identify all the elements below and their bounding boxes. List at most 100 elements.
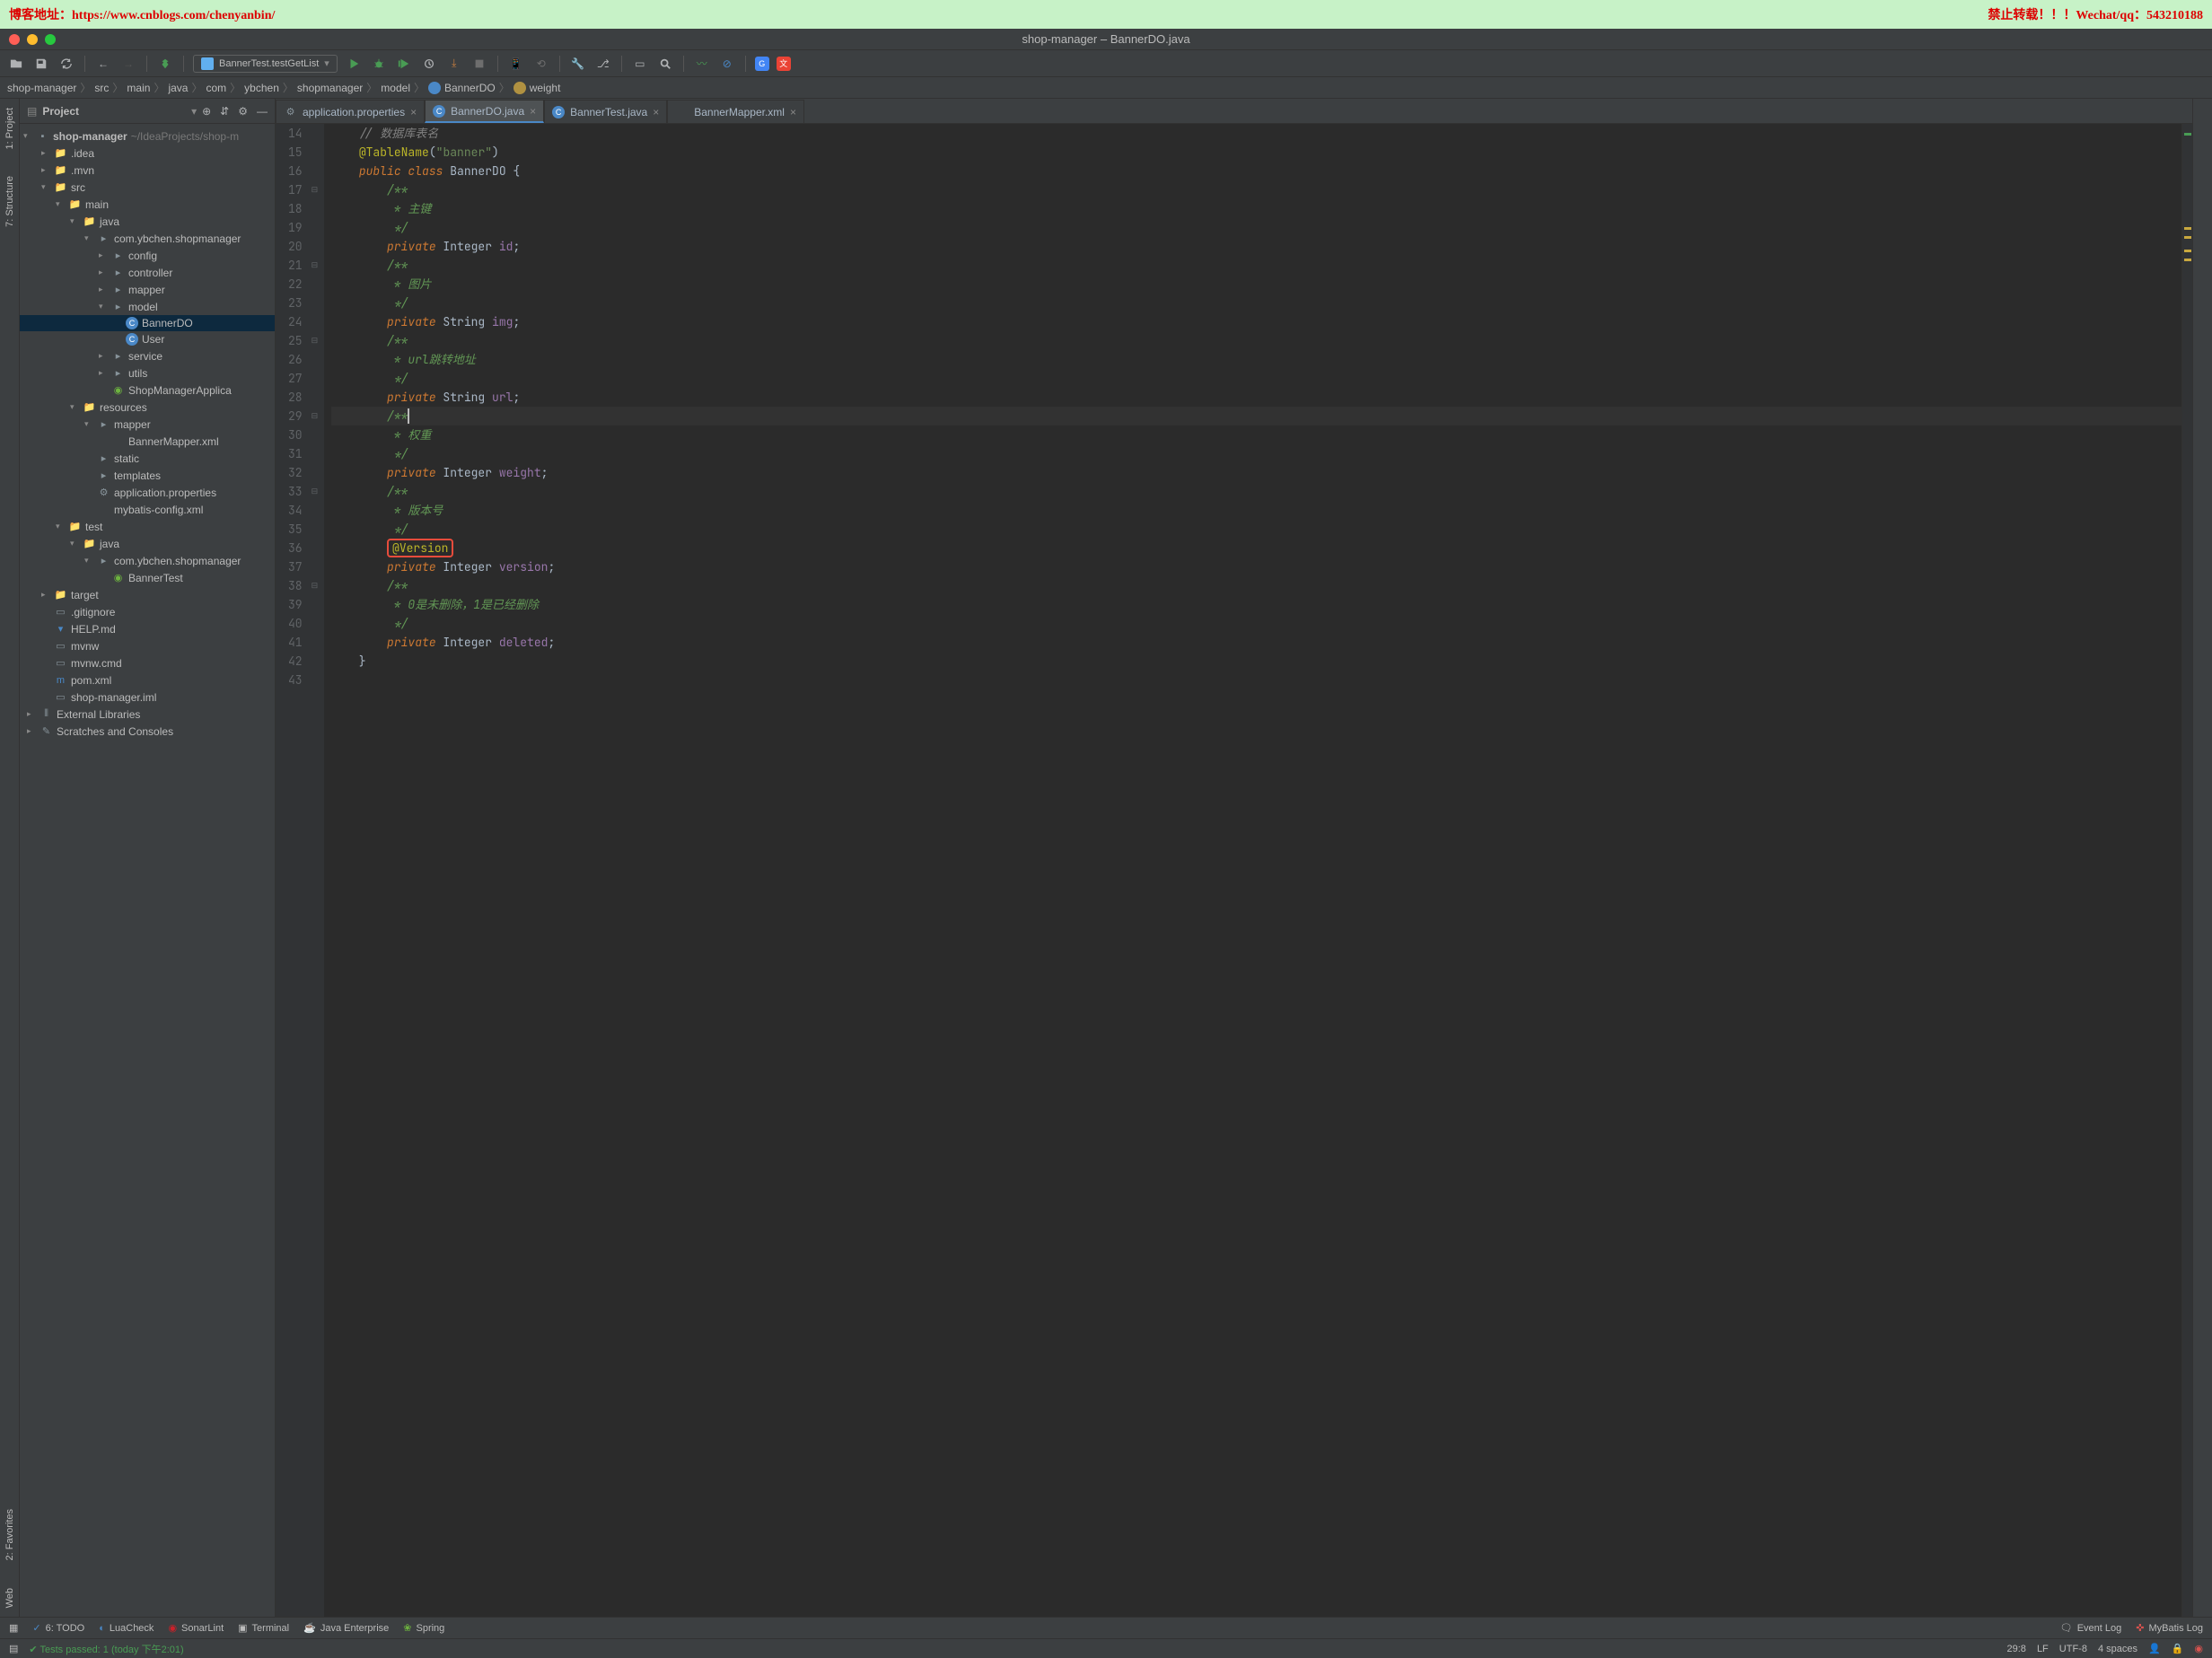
lock-icon[interactable]: 🔒 — [2172, 1643, 2184, 1654]
tree-item[interactable]: CUser — [20, 331, 275, 347]
close-tab-icon[interactable]: × — [653, 106, 659, 118]
tree-item[interactable]: ▭.gitignore — [20, 603, 275, 620]
inspection-icon[interactable]: 👤 — [2148, 1643, 2161, 1654]
collapse-icon[interactable]: ⇵ — [220, 105, 229, 118]
tree-item[interactable]: ⚙application.properties — [20, 484, 275, 501]
hide-icon[interactable]: — — [257, 105, 268, 118]
refresh-icon[interactable] — [57, 55, 75, 73]
open-icon[interactable] — [7, 55, 25, 73]
tree-item[interactable]: ▾📁java — [20, 535, 275, 552]
save-icon[interactable] — [32, 55, 50, 73]
maximize-window-button[interactable] — [45, 34, 56, 45]
tree-item[interactable]: ▾▸mapper — [20, 416, 275, 433]
spring-button[interactable]: ❀Spring — [403, 1622, 444, 1634]
tree-item[interactable]: CBannerDO — [20, 315, 275, 331]
tree-item[interactable]: ▭mvnw.cmd — [20, 654, 275, 671]
tree-item[interactable]: BannerMapper.xml — [20, 433, 275, 450]
mybatis-button[interactable]: ✜MyBatis Log — [2136, 1622, 2203, 1634]
sonarlint-button[interactable]: ◉SonarLint — [168, 1622, 224, 1634]
marker-bar[interactable] — [2181, 124, 2192, 1617]
breadcrumb-item[interactable]: weight — [514, 82, 561, 94]
tree-item[interactable]: ▸static — [20, 450, 275, 467]
coverage-button[interactable] — [395, 55, 413, 73]
layout-icon[interactable]: ▭ — [631, 55, 649, 73]
tree-item[interactable]: ▸▸controller — [20, 264, 275, 281]
translate-icon-2[interactable]: 文 — [777, 57, 791, 71]
tree-item[interactable]: mpom.xml — [20, 671, 275, 689]
tree-item[interactable]: ▾HELP.md — [20, 620, 275, 637]
tree-item[interactable]: ▾📁test — [20, 518, 275, 535]
tree-item[interactable]: ▾📁resources — [20, 399, 275, 416]
menu-icon[interactable]: ▤ — [9, 1643, 18, 1654]
search-icon[interactable] — [656, 55, 674, 73]
terminal-button[interactable]: ▣Terminal — [238, 1622, 289, 1634]
tree-item[interactable]: ▾📁src — [20, 179, 275, 196]
tree-item[interactable]: ▸▸service — [20, 347, 275, 364]
build-icon[interactable] — [156, 55, 174, 73]
translate-icon[interactable]: G — [755, 57, 769, 71]
favorites-tool-button[interactable]: 2: Favorites — [4, 1509, 15, 1560]
tree-item[interactable]: ▾▸com.ybchen.shopmanager — [20, 552, 275, 569]
wrench-icon[interactable]: 🔧 — [569, 55, 587, 73]
tree-item[interactable]: ▸templates — [20, 467, 275, 484]
tree-item[interactable]: ▸📁.idea — [20, 145, 275, 162]
stop-button[interactable] — [470, 55, 488, 73]
block-icon[interactable]: ⊘ — [718, 55, 736, 73]
tree-item[interactable]: ▾▸com.ybchen.shopmanager — [20, 230, 275, 247]
tree-item[interactable]: ▭shop-manager.iml — [20, 689, 275, 706]
breadcrumb-item[interactable]: com — [206, 82, 226, 94]
line-separator[interactable]: LF — [2037, 1644, 2049, 1654]
close-tab-icon[interactable]: × — [530, 105, 536, 118]
breadcrumb-item[interactable]: model — [381, 82, 410, 94]
breadcrumb-item[interactable]: shop-manager — [7, 82, 76, 94]
breadcrumb-item[interactable]: java — [168, 82, 188, 94]
debug-button[interactable] — [370, 55, 388, 73]
tree-item[interactable]: ▸✎Scratches and Consoles — [20, 723, 275, 740]
breadcrumb-item[interactable]: BannerDO — [428, 82, 496, 94]
project-tool-button[interactable]: 1: Project — [4, 108, 15, 149]
forward-icon[interactable]: → — [119, 55, 137, 73]
breadcrumb-item[interactable]: src — [94, 82, 109, 94]
tree-item[interactable]: mybatis-config.xml — [20, 501, 275, 518]
close-window-button[interactable] — [9, 34, 20, 45]
tree-item[interactable]: ▾📁java — [20, 213, 275, 230]
todo-button[interactable]: ✓6: TODO — [32, 1622, 84, 1634]
javaee-button[interactable]: ☕Java Enterprise — [303, 1622, 389, 1634]
run-configuration-dropdown[interactable]: BannerTest.testGetList▾ — [193, 55, 338, 73]
tree-item[interactable]: ▸▸config — [20, 247, 275, 264]
editor-tab[interactable]: BannerMapper.xml× — [667, 100, 804, 123]
luacheck-button[interactable]: ◐LuaCheck — [99, 1623, 154, 1634]
tree-item[interactable]: ▸▸mapper — [20, 281, 275, 298]
locate-icon[interactable]: ⊕ — [202, 105, 211, 118]
eventlog-button[interactable]: 🗨Event Log — [2060, 1622, 2122, 1634]
run-button[interactable] — [345, 55, 363, 73]
sync-icon[interactable]: ⟲ — [532, 55, 550, 73]
device-icon[interactable]: 📱 — [507, 55, 525, 73]
breadcrumb-item[interactable]: ybchen — [244, 82, 279, 94]
editor-tab[interactable]: CBannerTest.java× — [544, 100, 667, 123]
tree-item[interactable]: ▭mvnw — [20, 637, 275, 654]
code-editor[interactable]: 1415161718192021222324252627282930313233… — [276, 124, 2192, 1617]
project-tree[interactable]: ▾▪shop-manager ~/IdeaProjects/shop-m▸📁.i… — [20, 124, 275, 1617]
tree-item[interactable]: ◉ShopManagerApplica — [20, 382, 275, 399]
web-tool-button[interactable]: Web — [4, 1588, 15, 1608]
settings-icon[interactable]: ⚙ — [238, 105, 248, 118]
close-tab-icon[interactable]: × — [410, 106, 417, 118]
back-icon[interactable]: ← — [94, 55, 112, 73]
grid-icon[interactable]: ▦ — [9, 1622, 18, 1634]
pulse-icon[interactable]: 〰 — [693, 55, 711, 73]
tree-item[interactable]: ▸⫴External Libraries — [20, 706, 275, 723]
vcs-icon[interactable]: ⎇ — [594, 55, 612, 73]
indent[interactable]: 4 spaces — [2098, 1644, 2137, 1654]
breadcrumb-item[interactable]: shopmanager — [297, 82, 363, 94]
tree-item[interactable]: ▾▸model — [20, 298, 275, 315]
tree-item[interactable]: ◉BannerTest — [20, 569, 275, 586]
tree-item[interactable]: ▸📁target — [20, 586, 275, 603]
editor-tab[interactable]: CBannerDO.java× — [425, 100, 544, 123]
encoding[interactable]: UTF-8 — [2059, 1644, 2087, 1654]
attach-button[interactable]: ⤓ — [445, 55, 463, 73]
minimize-window-button[interactable] — [27, 34, 38, 45]
breadcrumb-item[interactable]: main — [127, 82, 150, 94]
structure-tool-button[interactable]: 7: Structure — [4, 176, 15, 227]
editor-tab[interactable]: ⚙application.properties× — [276, 100, 425, 123]
